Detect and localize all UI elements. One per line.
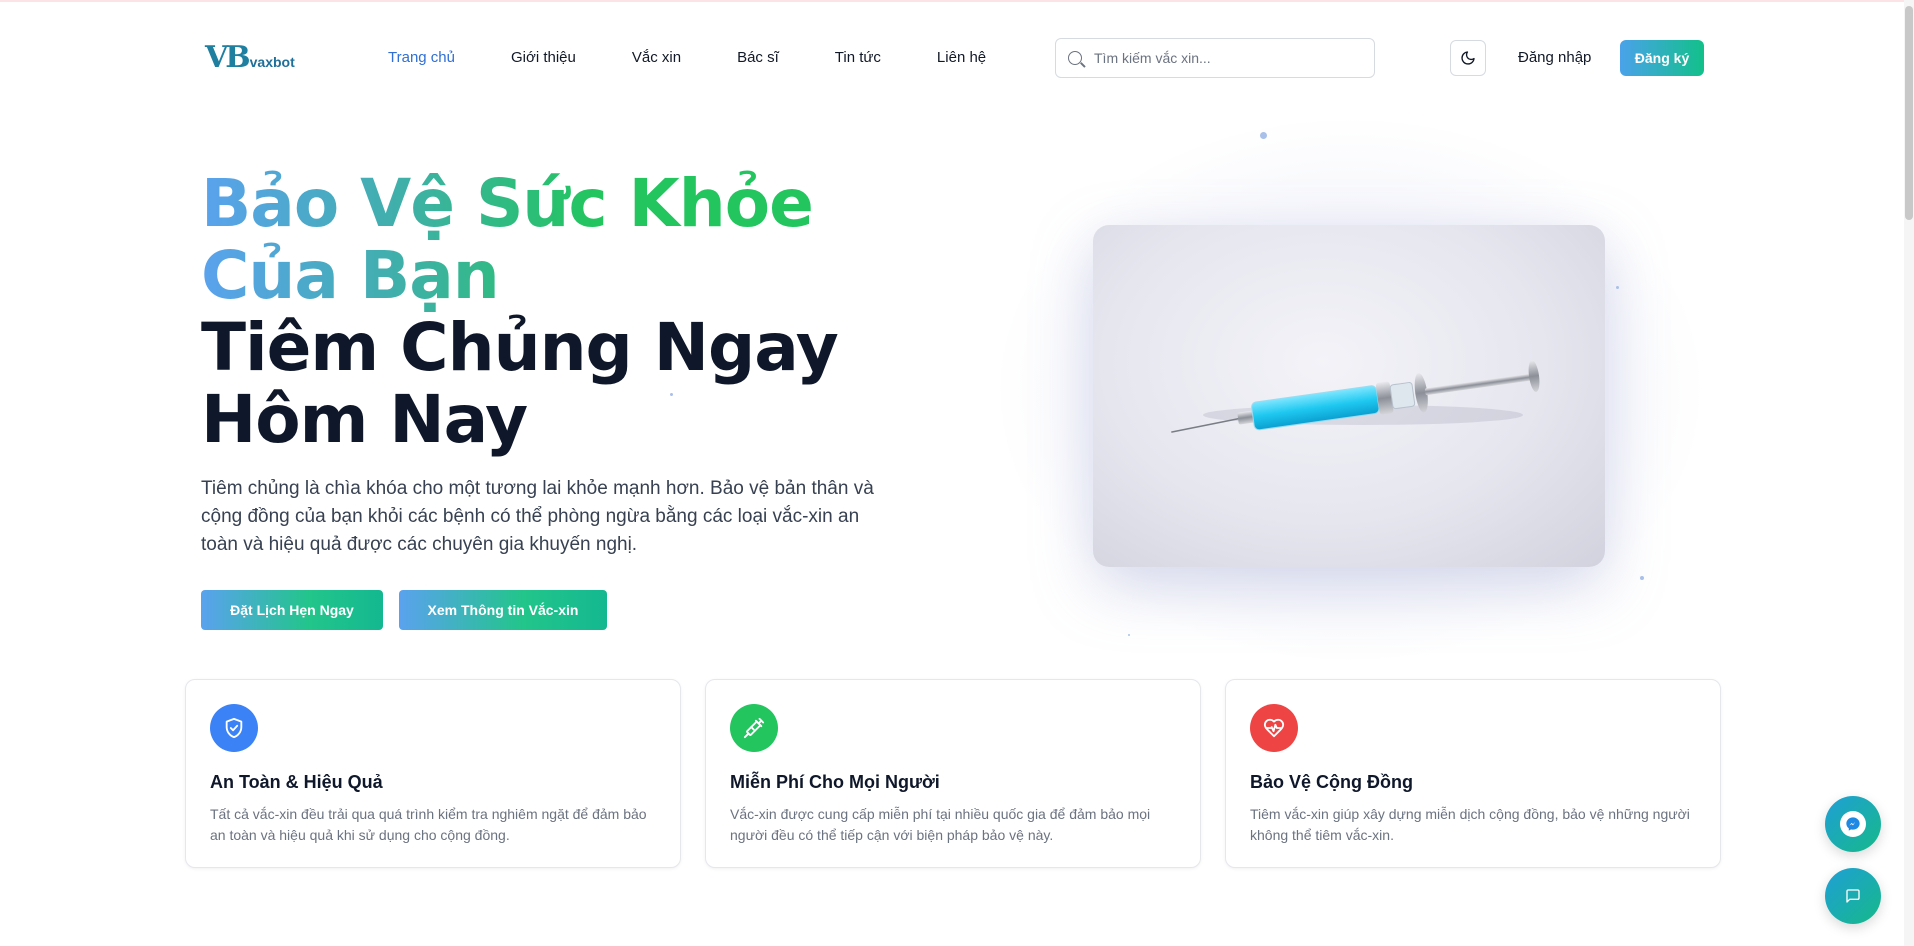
chat-icon xyxy=(1846,889,1860,903)
hero-title-line-2: Của Bạn xyxy=(201,240,838,312)
feature-title: An Toàn & Hiệu Quả xyxy=(210,772,383,792)
feature-card-community: Bảo Vệ Cộng Đồng Tiêm vắc-xin giúp xây d… xyxy=(1225,679,1721,868)
logo-text: vaxbot xyxy=(249,54,295,70)
syringe-image xyxy=(1171,360,1540,433)
feature-description: Vắc-xin được cung cấp miễn phí tại nhiều… xyxy=(730,806,1151,843)
nav-item-about[interactable]: Giới thiệu xyxy=(511,46,576,70)
messenger-icon xyxy=(1846,817,1860,831)
feature-card-safety: An Toàn & Hiệu Quả Tất cả vắc-xin đều tr… xyxy=(185,679,681,868)
decorative-dot xyxy=(1640,576,1644,580)
feature-icon-wrap xyxy=(1250,704,1298,752)
page-scrollbar[interactable] xyxy=(1904,0,1914,946)
feature-icon-wrap xyxy=(730,704,778,752)
nav-item-vaccines[interactable]: Vắc xin xyxy=(632,46,681,70)
nav-item-news[interactable]: Tin tức xyxy=(835,46,881,70)
feature-description: Tất cả vắc-xin đều trải qua quá trình ki… xyxy=(210,806,647,843)
hero-image xyxy=(1093,225,1605,567)
feature-description: Tiêm vắc-xin giúp xây dựng miễn dịch cộn… xyxy=(1250,806,1690,843)
chat-button[interactable] xyxy=(1825,868,1881,924)
feature-card-free: Miễn Phí Cho Mọi Người Vắc-xin được cung… xyxy=(705,679,1201,868)
search-input[interactable] xyxy=(1094,50,1354,66)
feature-icon-wrap xyxy=(210,704,258,752)
heart-pulse-icon xyxy=(1263,718,1285,738)
book-appointment-button[interactable]: Đặt Lịch Hẹn Ngay xyxy=(201,590,383,630)
logo[interactable]: VB vaxbot xyxy=(205,40,295,76)
scrollbar-thumb[interactable] xyxy=(1905,6,1913,220)
hero-description: Tiêm chủng là chìa khóa cho một tương la… xyxy=(201,478,874,555)
moon-icon xyxy=(1461,51,1475,65)
hero-title: Bảo Vệ Sức Khỏe Của Bạn Tiêm Chủng Ngay … xyxy=(201,168,839,458)
feature-title: Miễn Phí Cho Mọi Người xyxy=(730,772,940,792)
search-icon xyxy=(1068,51,1082,65)
hero-title-line-3: Tiêm Chủng Ngay xyxy=(201,309,839,386)
nav-item-doctors[interactable]: Bác sĩ xyxy=(737,46,779,70)
shield-check-icon xyxy=(225,717,243,739)
nav-item-home[interactable]: Trang chủ xyxy=(388,46,455,70)
messenger-icon-wrap xyxy=(1840,811,1866,837)
site-header: VB vaxbot Trang chủ Giới thiệu Vắc xin B… xyxy=(0,0,1904,116)
hero-title-line-1: Bảo Vệ Sức Khỏe xyxy=(201,168,838,240)
register-button[interactable]: Đăng ký xyxy=(1620,40,1704,76)
decorative-dot xyxy=(1260,132,1267,139)
theme-toggle-button[interactable] xyxy=(1450,40,1486,76)
decorative-dot xyxy=(1128,634,1130,636)
feature-title: Bảo Vệ Cộng Đồng xyxy=(1250,772,1413,792)
decorative-dot xyxy=(1616,286,1619,289)
syringe-icon xyxy=(743,717,765,739)
main-nav: Trang chủ Giới thiệu Vắc xin Bác sĩ Tin … xyxy=(388,46,1042,70)
decorative-dot xyxy=(670,393,673,396)
search-box[interactable] xyxy=(1055,38,1375,78)
logo-mark: VB xyxy=(205,40,251,75)
hero-title-line-4: Hôm Nay xyxy=(201,381,528,458)
messenger-button[interactable] xyxy=(1825,796,1881,852)
login-link[interactable]: Đăng nhập xyxy=(1518,46,1591,70)
nav-item-contact[interactable]: Liên hệ xyxy=(937,46,986,70)
vaccine-info-button[interactable]: Xem Thông tin Vắc-xin xyxy=(399,590,607,630)
